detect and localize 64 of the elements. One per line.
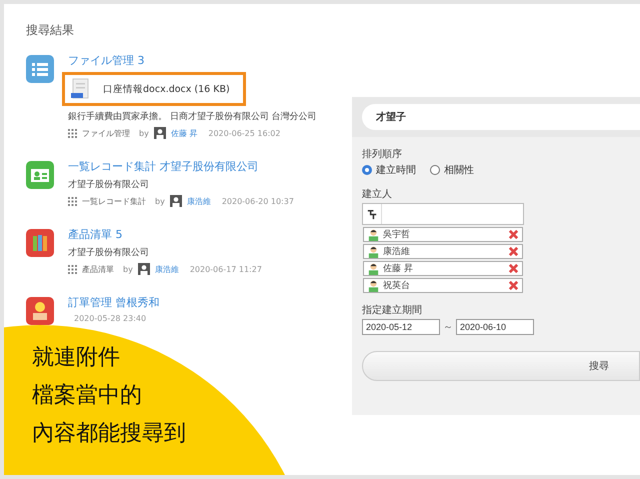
app-icon [26, 229, 54, 257]
range-separator: ～ [443, 321, 453, 334]
result-title-link[interactable]: 產品清單 5 [68, 227, 262, 242]
result-date: 2020-06-17 11:27 [190, 264, 262, 274]
user-name: 康浩維 [383, 246, 411, 258]
user-avatar-icon [154, 127, 166, 139]
callout-text: 就連附件 [32, 344, 121, 372]
grid-icon [68, 196, 77, 206]
radio-label: 建立時間 [376, 164, 416, 177]
end-date-field[interactable]: 2020-06-10 [456, 319, 534, 335]
user-icon [367, 228, 380, 241]
user-avatar-icon [170, 195, 182, 207]
user-name: 祝英台 [383, 280, 411, 292]
attachment-link[interactable]: 口座情報docx.docx (16 KB) [103, 82, 230, 96]
grid-icon [68, 128, 77, 138]
remove-icon[interactable] [508, 246, 519, 257]
remove-icon[interactable] [508, 280, 519, 291]
radio-button[interactable] [362, 165, 372, 175]
radio-button[interactable] [430, 165, 440, 175]
result-date: 2020-06-25 16:02 [208, 128, 280, 138]
user-avatar-icon [138, 263, 150, 275]
period-label: 指定建立期間 [362, 304, 423, 317]
result-description: 銀行手續費由買家承擔。 日商才望子股份有限公司 台灣分公司 [68, 110, 317, 123]
app-icon [26, 161, 54, 189]
user-name: 吳宇哲 [383, 228, 411, 241]
grid-icon [68, 264, 77, 274]
result-date: 2020-06-20 10:37 [222, 196, 294, 206]
start-date-field[interactable]: 2020-05-12 [362, 319, 440, 335]
search-field[interactable]: 才望子 [362, 104, 640, 130]
remove-icon[interactable] [508, 263, 519, 274]
sort-radio[interactable]: 相關性 [430, 163, 474, 177]
user-icon [367, 262, 380, 275]
author-link[interactable]: 康浩維 [186, 196, 211, 206]
author-link[interactable]: 康浩維 [154, 264, 179, 274]
user-name: 佐藤 昇 [383, 262, 414, 275]
app-icon [26, 55, 54, 83]
by-label: by [123, 264, 133, 274]
callout-text: 內容都能搜尋到 [32, 420, 186, 448]
category-label: 產品清單 [82, 264, 114, 274]
by-label: by [139, 128, 149, 138]
result-title-link[interactable]: 一覧レコード集計 才望子股份有限公司 [68, 159, 294, 174]
sort-label: 排列順序 [362, 148, 403, 161]
category-label: 一覧レコード集計 [82, 196, 146, 206]
callout-text: 檔案當中的 [32, 382, 143, 410]
document-icon [71, 78, 91, 100]
user-icon [367, 245, 380, 258]
result-date: 2020-05-28 23:40 [74, 314, 146, 323]
radio-label: 相關性 [444, 164, 474, 177]
org-tree-icon [366, 208, 378, 220]
page-heading: 搜尋結果 [26, 22, 75, 39]
remove-icon[interactable] [508, 229, 519, 240]
result-description: 才望子股份有限公司 [68, 246, 150, 259]
by-label: by [155, 196, 165, 206]
category-label: ファイル管理 [82, 128, 130, 138]
search-button[interactable]: 搜尋 [362, 351, 640, 381]
creator-label: 建立人 [362, 188, 393, 201]
user-icon [367, 279, 380, 292]
result-title-link[interactable]: 訂單管理 曾根秀和 [68, 295, 160, 310]
author-link[interactable]: 佐藤 昇 [170, 128, 198, 138]
user-picker-field[interactable] [362, 203, 524, 225]
app-icon [26, 297, 54, 325]
sort-radio[interactable]: 建立時間 [362, 163, 416, 177]
result-description: 才望子股份有限公司 [68, 178, 150, 191]
result-title-link[interactable]: ファイル管理 3 [68, 53, 317, 68]
